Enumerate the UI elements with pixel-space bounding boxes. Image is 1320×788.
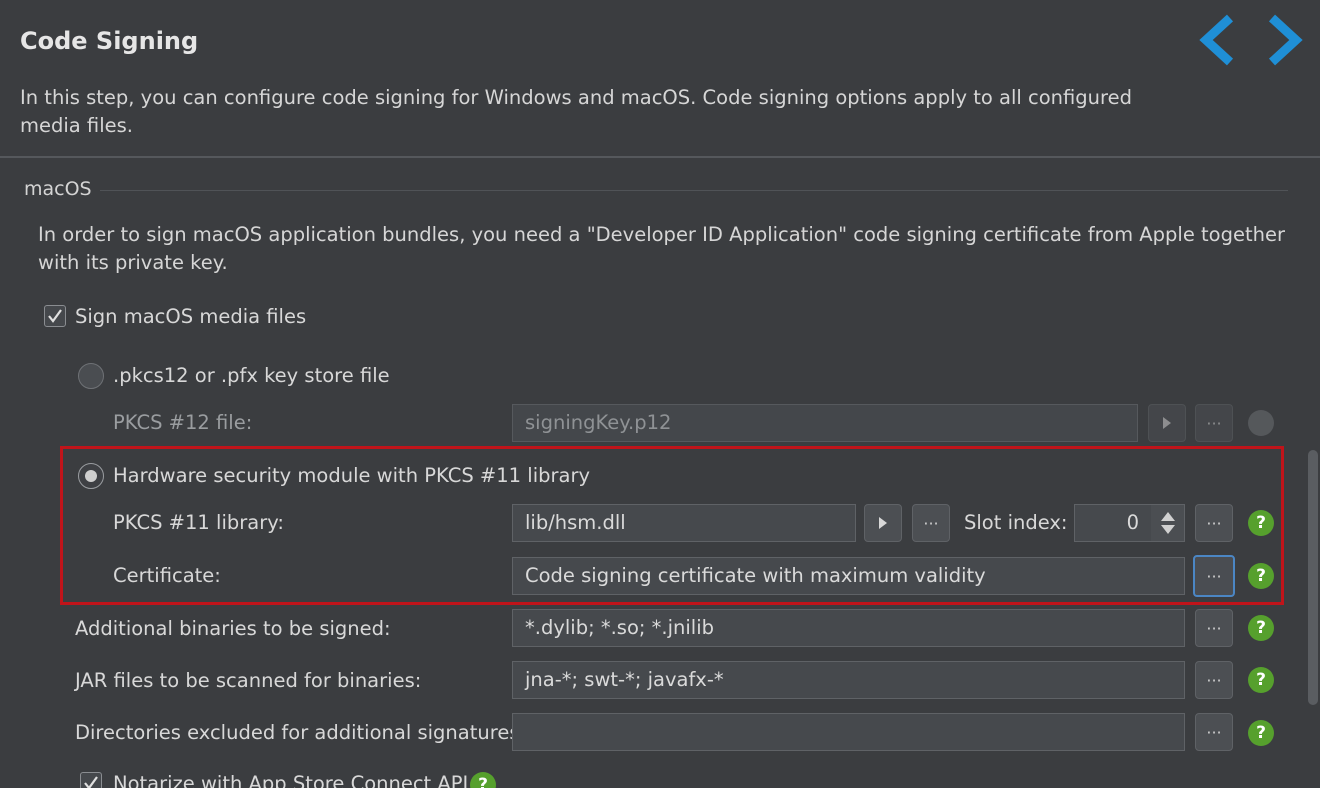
header-divider <box>0 156 1320 158</box>
pkcs12-browse-button[interactable]: ··· <box>1195 404 1233 442</box>
sign-macos-label: Sign macOS media files <box>75 305 307 328</box>
step-description: In this step, you can configure code sig… <box>20 86 1132 137</box>
page-title: Code Signing <box>20 27 199 55</box>
jar-files-browse-button[interactable]: ··· <box>1195 661 1233 699</box>
pkcs12-file-label: PKCS #12 file: <box>113 411 253 434</box>
ellipsis-icon: ··· <box>1206 670 1222 690</box>
chevron-right-icon <box>1268 14 1303 66</box>
highlight-box <box>60 446 1284 605</box>
section-label-macos: macOS <box>24 178 92 200</box>
forward-button[interactable] <box>1262 12 1306 68</box>
ellipsis-icon: ··· <box>1206 413 1222 433</box>
pkcs12-help-icon <box>1248 410 1274 436</box>
additional-binaries-browse-button[interactable]: ··· <box>1195 609 1233 647</box>
sign-macos-checkbox[interactable] <box>44 305 66 327</box>
additional-binaries-help-icon[interactable]: ? <box>1248 615 1274 641</box>
keystore-radio[interactable] <box>78 363 104 389</box>
notarize-checkbox[interactable] <box>80 772 102 788</box>
additional-binaries-label: Additional binaries to be signed: <box>75 617 391 640</box>
check-icon <box>84 776 98 788</box>
excluded-dirs-browse-button[interactable]: ··· <box>1195 713 1233 751</box>
scrollbar-thumb[interactable] <box>1308 450 1318 705</box>
keystore-radio-label: .pkcs12 or .pfx key store file <box>113 364 390 387</box>
chevron-left-icon <box>1199 14 1234 66</box>
section-divider <box>100 190 1288 191</box>
notarize-help-icon[interactable]: ? <box>470 772 496 788</box>
excluded-dirs-label: Directories excluded for additional sign… <box>75 721 527 744</box>
jar-files-help-icon[interactable]: ? <box>1248 667 1274 693</box>
additional-binaries-input[interactable]: *.dylib; *.so; *.jnilib <box>512 609 1185 647</box>
excluded-dirs-help-icon[interactable]: ? <box>1248 720 1274 746</box>
jar-files-label: JAR files to be scanned for binaries: <box>75 669 422 692</box>
notarize-label: Notarize with App Store Connect API <box>113 772 469 788</box>
pkcs12-file-input[interactable]: signingKey.p12 <box>512 404 1138 442</box>
ellipsis-icon: ··· <box>1206 618 1222 638</box>
jar-files-input[interactable]: jna-*; swt-*; javafx-* <box>512 661 1185 699</box>
pkcs12-open-button[interactable] <box>1148 404 1186 442</box>
section-info: In order to sign macOS application bundl… <box>38 223 1285 274</box>
back-button[interactable] <box>1196 12 1240 68</box>
excluded-dirs-input[interactable] <box>512 713 1185 751</box>
play-icon <box>1163 417 1171 429</box>
ellipsis-icon: ··· <box>1206 722 1222 742</box>
check-icon <box>48 309 62 323</box>
